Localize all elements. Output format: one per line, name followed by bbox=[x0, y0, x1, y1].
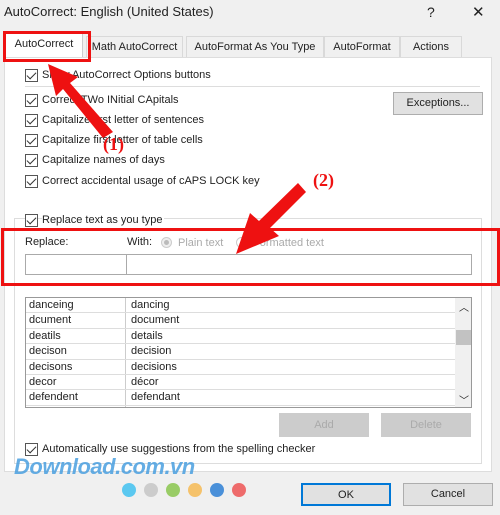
step-1-label: (1) bbox=[103, 134, 124, 154]
step-2-label: (2) bbox=[313, 170, 334, 190]
arrow-2-icon bbox=[236, 183, 306, 254]
arrow-1-icon bbox=[48, 64, 113, 138]
annotation-arrows bbox=[48, 64, 306, 254]
